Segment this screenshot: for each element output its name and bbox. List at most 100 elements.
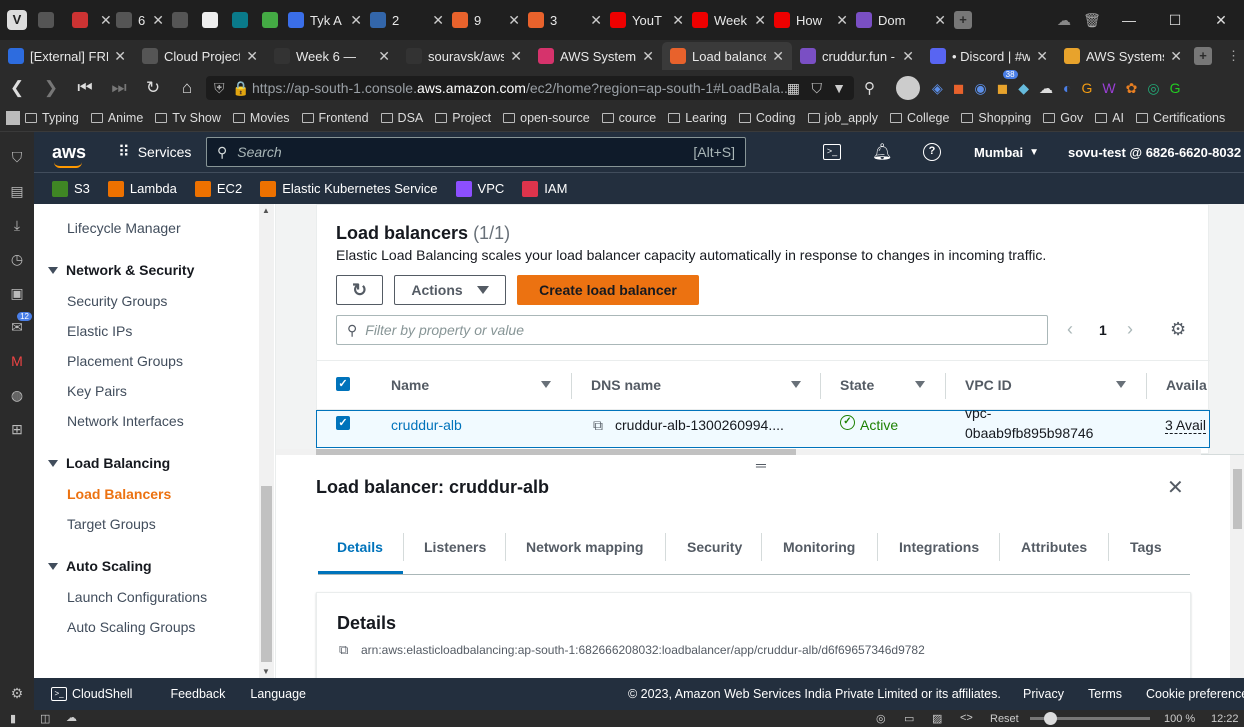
browser-tab[interactable]: AWS Systems ✕ <box>530 42 662 70</box>
actions-button[interactable]: Actions <box>394 275 506 305</box>
profile-avatar[interactable] <box>896 76 920 100</box>
extension-icon[interactable]: W <box>1102 80 1115 97</box>
sort-icon[interactable] <box>1116 381 1126 388</box>
column-header-state[interactable]: State <box>840 377 874 393</box>
tab-overflow-icon[interactable]: ⋮ <box>1227 48 1240 64</box>
bookmark-folder[interactable]: Anime <box>90 111 143 125</box>
browser-tab[interactable]: 2 ✕ <box>366 6 448 34</box>
detail-scrollbar[interactable] <box>1230 455 1244 679</box>
tab-listeners[interactable]: Listeners <box>424 539 486 555</box>
nav-key-pairs[interactable]: Key Pairs <box>67 383 127 399</box>
tab-tags[interactable]: Tags <box>1130 539 1162 555</box>
extension-icon[interactable]: ◎ <box>1147 80 1159 97</box>
reset-zoom-button[interactable]: Reset <box>990 713 1019 725</box>
browser-tab[interactable]: ✕ <box>168 6 198 34</box>
table-row[interactable]: ✓ cruddur-alb ⧉ cruddur-alb-1300260994..… <box>316 405 1210 448</box>
close-tab-icon[interactable]: ✕ <box>666 12 684 29</box>
web-panel-icon[interactable]: ◍ <box>0 378 34 412</box>
settings-gear-icon[interactable]: ⚙ <box>1170 319 1186 340</box>
refresh-button[interactable]: ↻ <box>336 275 383 305</box>
cookie-link[interactable]: Cookie preference <box>1146 687 1244 701</box>
browser-tab[interactable]: souravsk/aws- ✕ <box>398 42 530 70</box>
dropdown-icon[interactable]: ▼ <box>832 80 846 96</box>
services-menu[interactable]: ⠿ Services <box>118 142 191 162</box>
horizontal-scrollbar[interactable] <box>276 449 1201 455</box>
close-tab-icon[interactable]: ✕ <box>896 48 914 65</box>
bookmark-folder[interactable]: Certifications <box>1136 111 1225 125</box>
scroll-down-arrow[interactable]: ▼ <box>262 667 270 676</box>
tab-integrations[interactable]: Integrations <box>899 539 979 555</box>
extension-icon[interactable]: ◐ <box>1063 80 1071 97</box>
nav-lifecycle-manager[interactable]: Lifecycle Manager <box>67 220 181 236</box>
row-availability[interactable]: 3 Avail <box>1165 417 1206 434</box>
bookmark-folder[interactable]: Movies <box>232 111 290 125</box>
minimize-button[interactable]: — <box>1106 12 1152 28</box>
close-tab-icon[interactable]: ✕ <box>584 12 602 29</box>
column-header-name[interactable]: Name <box>391 377 429 393</box>
create-load-balancer-button[interactable]: Create load balancer <box>517 275 699 305</box>
scroll-up-arrow[interactable]: ▲ <box>262 206 270 215</box>
capture-icon[interactable]: ◎ <box>876 712 886 725</box>
tiling-icon[interactable]: ◫ <box>40 712 50 725</box>
left-nav-scrollbar[interactable]: ▲ ▼ <box>259 204 274 678</box>
image-icon[interactable]: ▨ <box>932 712 942 725</box>
browser-tab[interactable]: • Discord | #w ✕ <box>922 42 1056 70</box>
cloud-icon[interactable]: ☁ <box>1050 12 1078 29</box>
close-tab-icon[interactable]: ✕ <box>502 12 520 29</box>
sort-icon[interactable] <box>791 381 801 388</box>
browser-tab[interactable]: How ✕ <box>770 6 852 34</box>
new-tab-button[interactable]: + <box>954 11 972 29</box>
search-icon[interactable]: ⚲ <box>864 79 875 97</box>
browser-tab[interactable]: Week 6 — ✕ <box>266 42 398 70</box>
cloudshell-button[interactable]: >_ CloudShell <box>51 687 132 701</box>
code-icon[interactable]: <> <box>960 712 973 724</box>
history-icon[interactable]: ◷ <box>0 242 34 276</box>
nav-section-network-security[interactable]: Network & Security <box>48 262 194 278</box>
nav-section-auto-scaling[interactable]: Auto Scaling <box>48 558 152 574</box>
trash-icon[interactable]: 🗑 <box>1078 12 1106 29</box>
language-link[interactable]: Language <box>250 687 306 701</box>
horizontal-scroll-thumb[interactable] <box>316 449 796 455</box>
close-tab-icon[interactable]: ✕ <box>636 48 654 65</box>
browser-tab[interactable]: ✕ <box>198 6 228 34</box>
bookmark-folder[interactable]: College <box>890 111 949 125</box>
close-tab-icon[interactable]: ✕ <box>344 12 362 29</box>
favorite-service[interactable]: IAM <box>522 180 567 197</box>
extension-icon[interactable]: ◼ 38 <box>997 69 1018 97</box>
bookmark-folder[interactable]: Learing <box>668 111 727 125</box>
close-icon[interactable]: ✕ <box>1167 475 1184 500</box>
tab-network-mapping[interactable]: Network mapping <box>526 539 643 555</box>
browser-tab[interactable]: Load balancer ✕ <box>662 42 792 70</box>
extension-icon[interactable]: G <box>1082 80 1093 97</box>
close-tab-icon[interactable]: ✕ <box>1164 48 1182 65</box>
browser-tab[interactable]: 6 ✕ <box>112 6 168 34</box>
close-tab-icon[interactable]: ✕ <box>240 48 258 65</box>
bookmark-folder[interactable]: open-source <box>503 111 590 125</box>
gmail-icon[interactable]: M <box>0 344 34 378</box>
bookmark-folder[interactable]: cource <box>601 111 656 125</box>
fast-forward-icon[interactable]: ⏭ <box>102 78 136 98</box>
browser-tab[interactable]: [External] FREE✕ <box>0 42 134 70</box>
nav-auto-scaling-groups[interactable]: Auto Scaling Groups <box>67 619 195 635</box>
zoom-slider[interactable] <box>1030 712 1150 725</box>
extension-icon[interactable]: ◉ <box>974 80 986 97</box>
nav-section-load-balancing[interactable]: Load Balancing <box>48 455 170 471</box>
close-tab-icon[interactable]: ✕ <box>928 12 946 29</box>
page-number[interactable]: 1 <box>1099 322 1107 338</box>
extension-icon[interactable]: ✿ <box>1126 80 1138 97</box>
extension-icon[interactable]: ◆ <box>1018 80 1029 97</box>
window-icon[interactable]: ▭ <box>904 712 914 725</box>
region-selector[interactable]: Mumbai ▼ <box>974 145 1039 160</box>
nav-load-balancers[interactable]: Load Balancers <box>67 486 171 502</box>
address-bar[interactable]: ⛨ 🔒 https://ap-south-1.console. aws.amazo… <box>206 76 854 100</box>
cloud-sync-icon[interactable]: ☁ <box>66 711 77 724</box>
sort-icon[interactable] <box>541 381 551 388</box>
close-tab-icon[interactable]: ✕ <box>372 48 390 65</box>
tab-attributes[interactable]: Attributes <box>1021 539 1087 555</box>
favorite-service[interactable]: S3 <box>52 180 90 197</box>
extension-icon[interactable]: ☁ <box>1039 80 1053 97</box>
nav-target-groups[interactable]: Target Groups <box>67 516 156 532</box>
browser-tab[interactable]: 3 ✕ <box>524 6 606 34</box>
browser-tab[interactable]: ✕ <box>68 6 112 34</box>
extension-icon[interactable]: ◼ <box>953 80 965 97</box>
